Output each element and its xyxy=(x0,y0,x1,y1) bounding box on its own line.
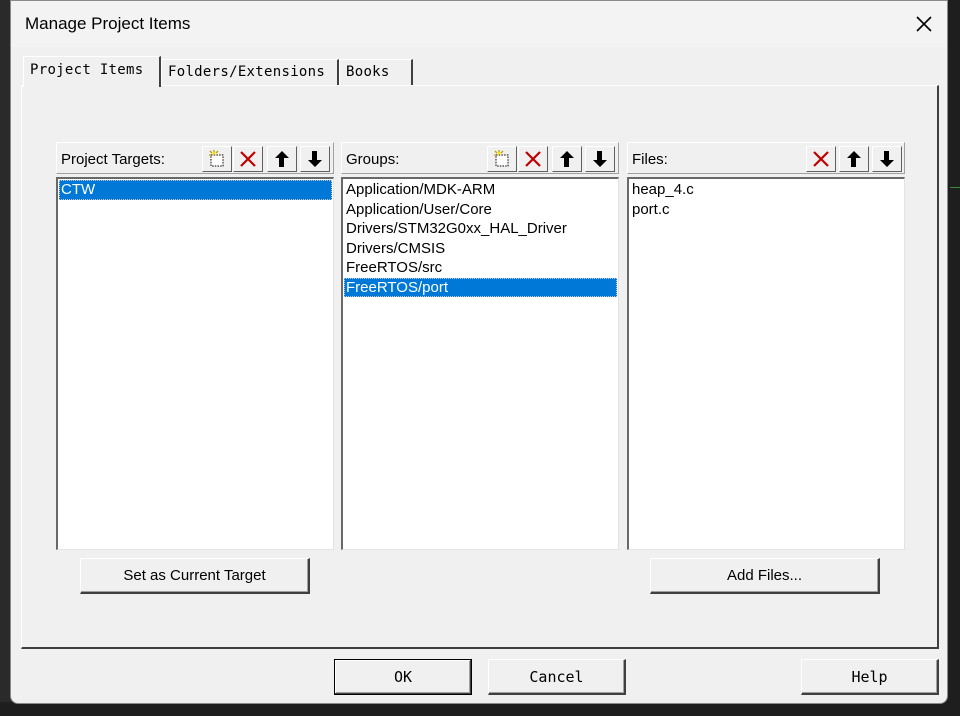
groups-list[interactable]: Application/MDK-ARM Application/User/Cor… xyxy=(341,177,619,550)
move-target-up-button[interactable] xyxy=(267,146,297,172)
delete-x-icon xyxy=(525,151,541,167)
new-item-icon xyxy=(494,150,509,167)
project-targets-header: Project Targets: xyxy=(56,142,334,174)
project-targets-list[interactable]: CTW xyxy=(56,177,334,550)
list-item[interactable]: FreeRTOS/port xyxy=(344,277,617,297)
project-targets-label: Project Targets: xyxy=(61,151,165,168)
list-item[interactable]: Drivers/STM32G0xx_HAL_Driver xyxy=(344,219,617,239)
new-group-button[interactable] xyxy=(487,146,517,172)
move-down-arrow-icon xyxy=(308,151,322,167)
set-as-current-target-label: Set as Current Target xyxy=(123,567,266,584)
tab-label: Folders/Extensions xyxy=(168,64,326,80)
groups-label: Groups: xyxy=(346,151,400,168)
delete-x-icon xyxy=(813,151,829,167)
project-targets-pane: Project Targets: CTW xyxy=(56,142,334,550)
files-header: Files: xyxy=(627,142,905,174)
new-target-button[interactable] xyxy=(202,146,232,172)
files-list[interactable]: heap_4.c port.c xyxy=(627,177,905,550)
move-down-arrow-icon xyxy=(593,151,607,167)
move-group-down-button[interactable] xyxy=(585,146,615,172)
close-icon xyxy=(916,16,932,32)
move-up-arrow-icon xyxy=(847,151,861,167)
tab-books[interactable]: Books xyxy=(339,59,413,85)
list-item[interactable]: Drivers/CMSIS xyxy=(344,239,617,259)
files-pane: Files: heap_4.c port.c xyxy=(627,142,905,550)
background-line xyxy=(950,187,960,188)
list-item[interactable]: Application/User/Core xyxy=(344,200,617,220)
files-label: Files: xyxy=(632,151,668,168)
tab-folders-extensions[interactable]: Folders/Extensions xyxy=(161,59,339,85)
new-item-icon xyxy=(209,150,224,167)
move-target-down-button[interactable] xyxy=(300,146,330,172)
list-item[interactable]: Application/MDK-ARM xyxy=(344,180,617,200)
manage-project-items-dialog: Manage Project Items Project Items Folde… xyxy=(10,0,948,704)
title-bar: Manage Project Items xyxy=(11,1,947,47)
ok-button[interactable]: OK xyxy=(334,659,472,695)
tab-project-items[interactable]: Project Items xyxy=(23,56,161,87)
move-up-arrow-icon xyxy=(275,151,289,167)
ok-label: OK xyxy=(393,668,413,686)
groups-header: Groups: xyxy=(341,142,619,174)
groups-pane: Groups: Application/MDK-ARM Application/… xyxy=(341,142,619,550)
dialog-title: Manage Project Items xyxy=(25,14,191,33)
cancel-button[interactable]: Cancel xyxy=(488,659,626,695)
list-item[interactable]: heap_4.c xyxy=(630,180,903,200)
add-files-button[interactable]: Add Files... xyxy=(650,558,880,594)
delete-group-button[interactable] xyxy=(518,146,548,172)
move-group-up-button[interactable] xyxy=(552,146,582,172)
list-item[interactable]: FreeRTOS/src xyxy=(344,258,617,278)
tab-label: Project Items xyxy=(30,62,144,78)
move-file-down-button[interactable] xyxy=(872,146,902,172)
move-up-arrow-icon xyxy=(560,151,574,167)
delete-x-icon xyxy=(240,151,256,167)
close-button[interactable] xyxy=(901,1,947,47)
list-item[interactable]: port.c xyxy=(630,200,903,220)
help-label: Help xyxy=(851,667,888,686)
delete-file-button[interactable] xyxy=(806,146,836,172)
move-file-up-button[interactable] xyxy=(839,146,869,172)
background-editor-bottom xyxy=(0,702,960,716)
move-down-arrow-icon xyxy=(880,151,894,167)
cancel-label: Cancel xyxy=(529,667,584,686)
tab-label: Books xyxy=(346,64,390,80)
help-button[interactable]: Help xyxy=(801,659,939,695)
background-editor-right xyxy=(948,0,960,716)
set-as-current-target-button[interactable]: Set as Current Target xyxy=(80,558,310,594)
list-item[interactable]: CTW xyxy=(59,180,332,200)
delete-target-button[interactable] xyxy=(233,146,263,172)
add-files-label: Add Files... xyxy=(726,567,803,584)
